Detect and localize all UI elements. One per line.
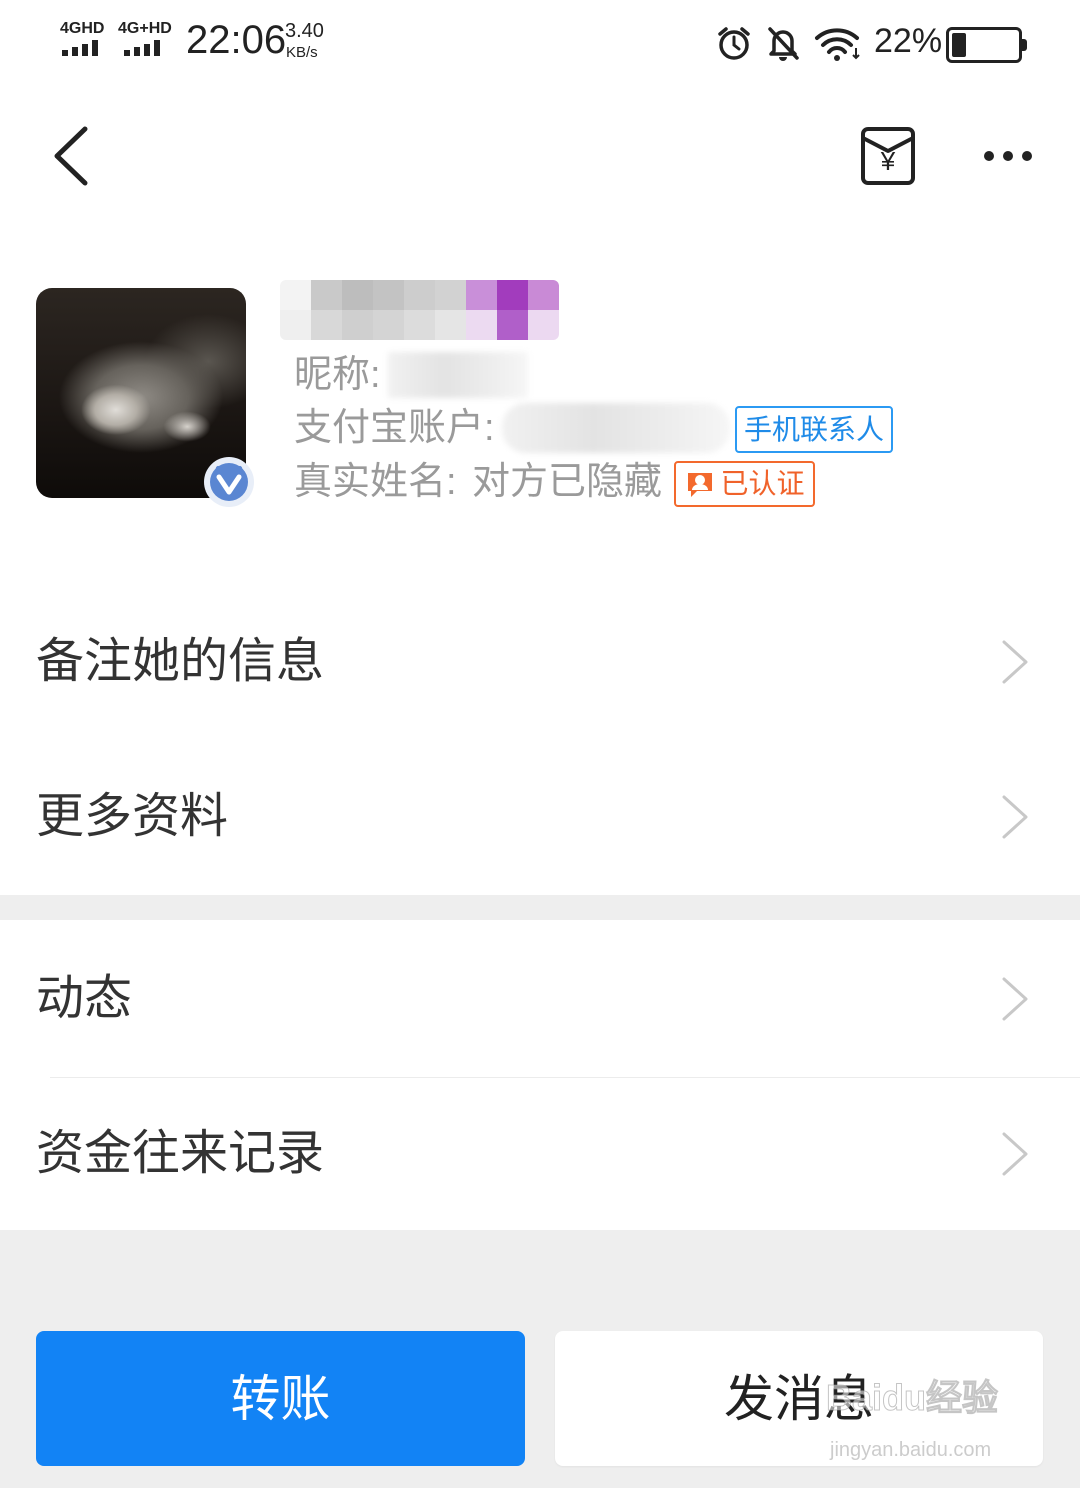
certified-person-icon [684,468,716,500]
chevron-right-icon [1000,638,1030,686]
more-dots-icon[interactable] [978,136,1038,176]
chevron-right-icon [1000,975,1030,1023]
battery-icon [946,27,1027,63]
certified-text: 已认证 [720,468,805,499]
account-value-blurred [502,403,730,453]
watermark-brand: Baidu经验 [825,1377,999,1419]
menu-item-more-info[interactable]: 更多资料 [0,738,1080,895]
clock-time: 22:06 [186,18,287,62]
back-chevron-icon[interactable] [48,124,96,188]
battery-tip [1022,39,1027,51]
nickname-value-blurred [388,352,528,398]
realname-label: 真实姓名: [294,461,457,503]
menu-item-label: 更多资料 [36,789,229,843]
battery-percent: 22% [874,22,943,60]
yuan-symbol: ¥ [880,146,896,176]
signal-icon [62,40,98,56]
menu-item-label: 资金往来记录 [36,1127,325,1180]
certified-badge[interactable]: 已认证 [674,461,815,507]
signal-icon [124,40,160,56]
battery-body [946,27,1022,63]
bell-off-icon [764,24,802,62]
red-packet-button[interactable]: ¥ [860,126,916,186]
chevron-right-icon [1000,1130,1030,1178]
account-label: 支付宝账户: [294,407,495,449]
name-pixelated [280,280,559,340]
network-label-1: 4GHD [60,20,105,37]
status-bar: 4GHD 4G+HD 22:06 3.40 KB/s 22% [0,0,1080,80]
menu-item-label: 备注她的信息 [36,634,325,688]
battery-fill [952,33,967,57]
nickname-label: 昵称: [294,354,381,396]
phone-contact-badge: 手机联系人 [735,406,893,453]
network-speed-value: 3.40 [285,20,324,42]
verified-badge-icon [203,456,255,508]
watermark-url: jingyan.baidu.com [830,1439,992,1461]
network-speed-unit: KB/s [286,44,318,61]
wifi-icon [813,24,863,62]
chevron-right-icon [1000,793,1030,841]
section-separator [0,895,1080,920]
transfer-button[interactable]: 转账 [36,1331,525,1466]
menu-item-label: 动态 [36,971,133,1025]
network-label-2: 4G+HD [118,20,172,37]
menu-item-moments[interactable]: 动态 [0,920,1080,1077]
menu-item-remark[interactable]: 备注她的信息 [0,585,1080,738]
menu-item-transactions[interactable]: 资金往来记录 [0,1078,1080,1230]
realname-value: 对方已隐藏 [472,461,663,503]
alarm-icon [715,24,753,62]
